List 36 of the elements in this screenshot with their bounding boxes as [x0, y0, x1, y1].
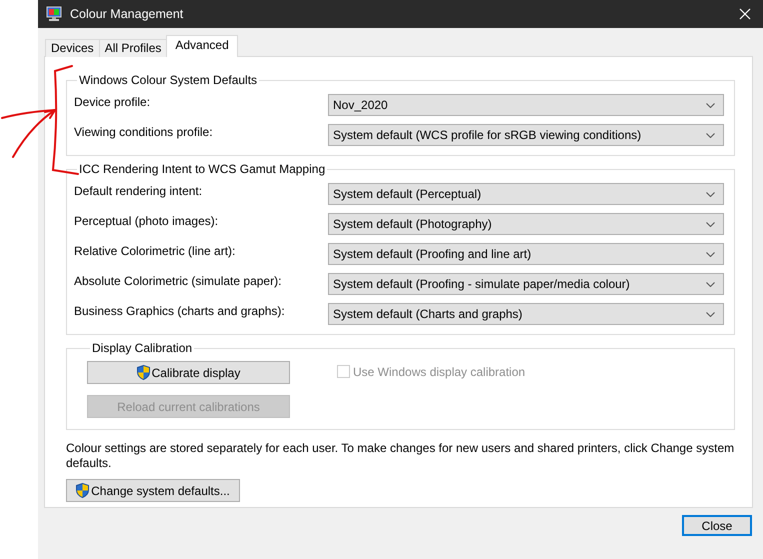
- chevron-icon: [706, 132, 715, 138]
- tab[interactable]: All Profiles: [98, 39, 168, 57]
- tab[interactable]: Devices: [45, 39, 100, 57]
- field-label: Business Graphics (charts and graphs):: [74, 303, 286, 318]
- dropdown[interactable]: System default (Proofing - simulate paper/media colour): [328, 273, 724, 295]
- group-title: ICC Rendering Intent to WCS Gamut Mapping: [78, 162, 326, 176]
- field-label: Perceptual (photo images):: [74, 213, 220, 228]
- window-title: Colour Management: [70, 7, 184, 21]
- monitor-icon: [46, 6, 62, 22]
- chevron-icon: [706, 192, 715, 196]
- chevron-icon: [706, 312, 715, 316]
- field-label: Viewing conditions profile:: [74, 124, 214, 139]
- shield-icon: [76, 483, 90, 498]
- info-text: Colour settings are stored separately for each user. To make changes for new users and shared printers, click Change system defaults.: [66, 441, 736, 471]
- dropdown[interactable]: System default (Perceptual): [328, 183, 724, 205]
- button[interactable]: Calibrate display: [87, 361, 290, 384]
- chevron-icon: [706, 282, 715, 286]
- dropdown[interactable]: System default (WCS profile for sRGB viewing conditions): [328, 124, 724, 146]
- tab[interactable]: Advanced: [166, 35, 238, 57]
- field-label: Absolute Colorimetric (simulate paper):: [74, 273, 282, 288]
- dropdown[interactable]: System default (Photography): [328, 213, 724, 235]
- dropdown[interactable]: System default (Proofing and line art): [328, 243, 724, 265]
- dropdown[interactable]: Nov_2020: [328, 94, 724, 116]
- close-icon[interactable]: [739, 8, 751, 20]
- field-label: Device profile:: [74, 94, 152, 109]
- chevron-icon: [706, 102, 715, 108]
- group-title: Display Calibration: [91, 341, 194, 355]
- chevron-icon: [706, 252, 715, 256]
- dropdown[interactable]: System default (Charts and graphs): [328, 303, 724, 325]
- change-defaults-button[interactable]: Change system defaults...: [66, 479, 240, 502]
- group-title: Windows Colour System Defaults: [78, 73, 258, 87]
- field-label: Default rendering intent:: [74, 183, 204, 198]
- field-label: Relative Colorimetric (line art):: [74, 243, 236, 258]
- shield-icon: [136, 365, 150, 380]
- chevron-icon: [706, 222, 715, 226]
- close-button[interactable]: Close: [682, 515, 752, 536]
